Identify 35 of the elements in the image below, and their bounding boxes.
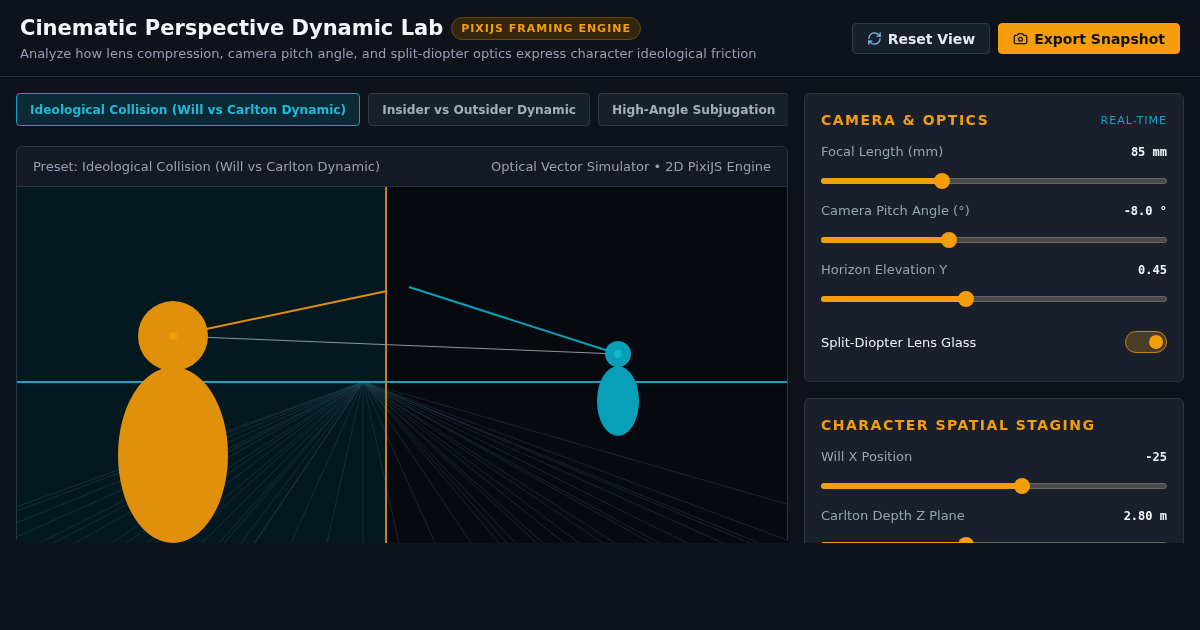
realtime-tag: REAL-TIME — [1100, 113, 1167, 127]
slider-value: -8.0 ° — [1123, 203, 1167, 218]
slider-value: -25 — [1145, 449, 1167, 464]
slider-label: Carlton Depth Z Plane — [821, 508, 965, 523]
slider-value: 2.80 m — [1123, 508, 1167, 523]
slider-track[interactable] — [821, 478, 1167, 494]
preset-tab[interactable]: Ideological Collision (Will vs Carlton Dynamic) — [16, 93, 361, 126]
reset-button[interactable]: Reset View — [851, 23, 991, 54]
slider-label: Focal Length (mm) — [821, 144, 944, 159]
export-button[interactable]: Export Snapshot — [998, 23, 1180, 54]
refresh-icon — [866, 31, 882, 46]
slider-label: Horizon Elevation Y — [821, 262, 948, 277]
slider-thumb[interactable] — [958, 291, 975, 307]
slider-track[interactable] — [821, 173, 1167, 189]
slider-thumb[interactable] — [941, 232, 957, 248]
slider-track[interactable] — [821, 232, 1167, 248]
preset-label: Preset: Ideological Collision (Will vs Carlton Dynamic) — [33, 159, 380, 174]
preset-tab[interactable]: Insider vs Outsider Dynamic — [368, 93, 591, 126]
engine-label: Optical Vector Simulator • 2D PixiJS Engine — [491, 159, 771, 174]
panel-title: CHARACTER SPATIAL STAGING — [821, 417, 1096, 433]
slider-value: 0.45 — [1138, 262, 1167, 277]
slider-track[interactable] — [821, 291, 1167, 307]
toggle-switch[interactable] — [1125, 331, 1167, 353]
page-title: Cinematic Perspective Dynamic Lab — [20, 16, 444, 40]
panel-title: CAMERA & OPTICS — [821, 112, 990, 128]
preset-tab[interactable]: High-Angle Subjugation — [598, 93, 788, 126]
camera-icon — [1013, 31, 1029, 46]
toggle-label: Split-Diopter Lens Glass — [821, 334, 977, 350]
slider-label: Will X Position — [821, 449, 913, 464]
engine-badge: PIXIJS FRAMING ENGINE — [451, 16, 641, 40]
page-subtitle: Analyze how lens compression, camera pitch angle, and split-diopter optics express character ideological friction — [20, 46, 757, 61]
slider-label: Camera Pitch Angle (°) — [821, 203, 970, 218]
slider-thumb[interactable] — [934, 173, 951, 189]
slider-value: 85 mm — [1130, 144, 1167, 159]
slider-thumb[interactable] — [1013, 478, 1030, 494]
